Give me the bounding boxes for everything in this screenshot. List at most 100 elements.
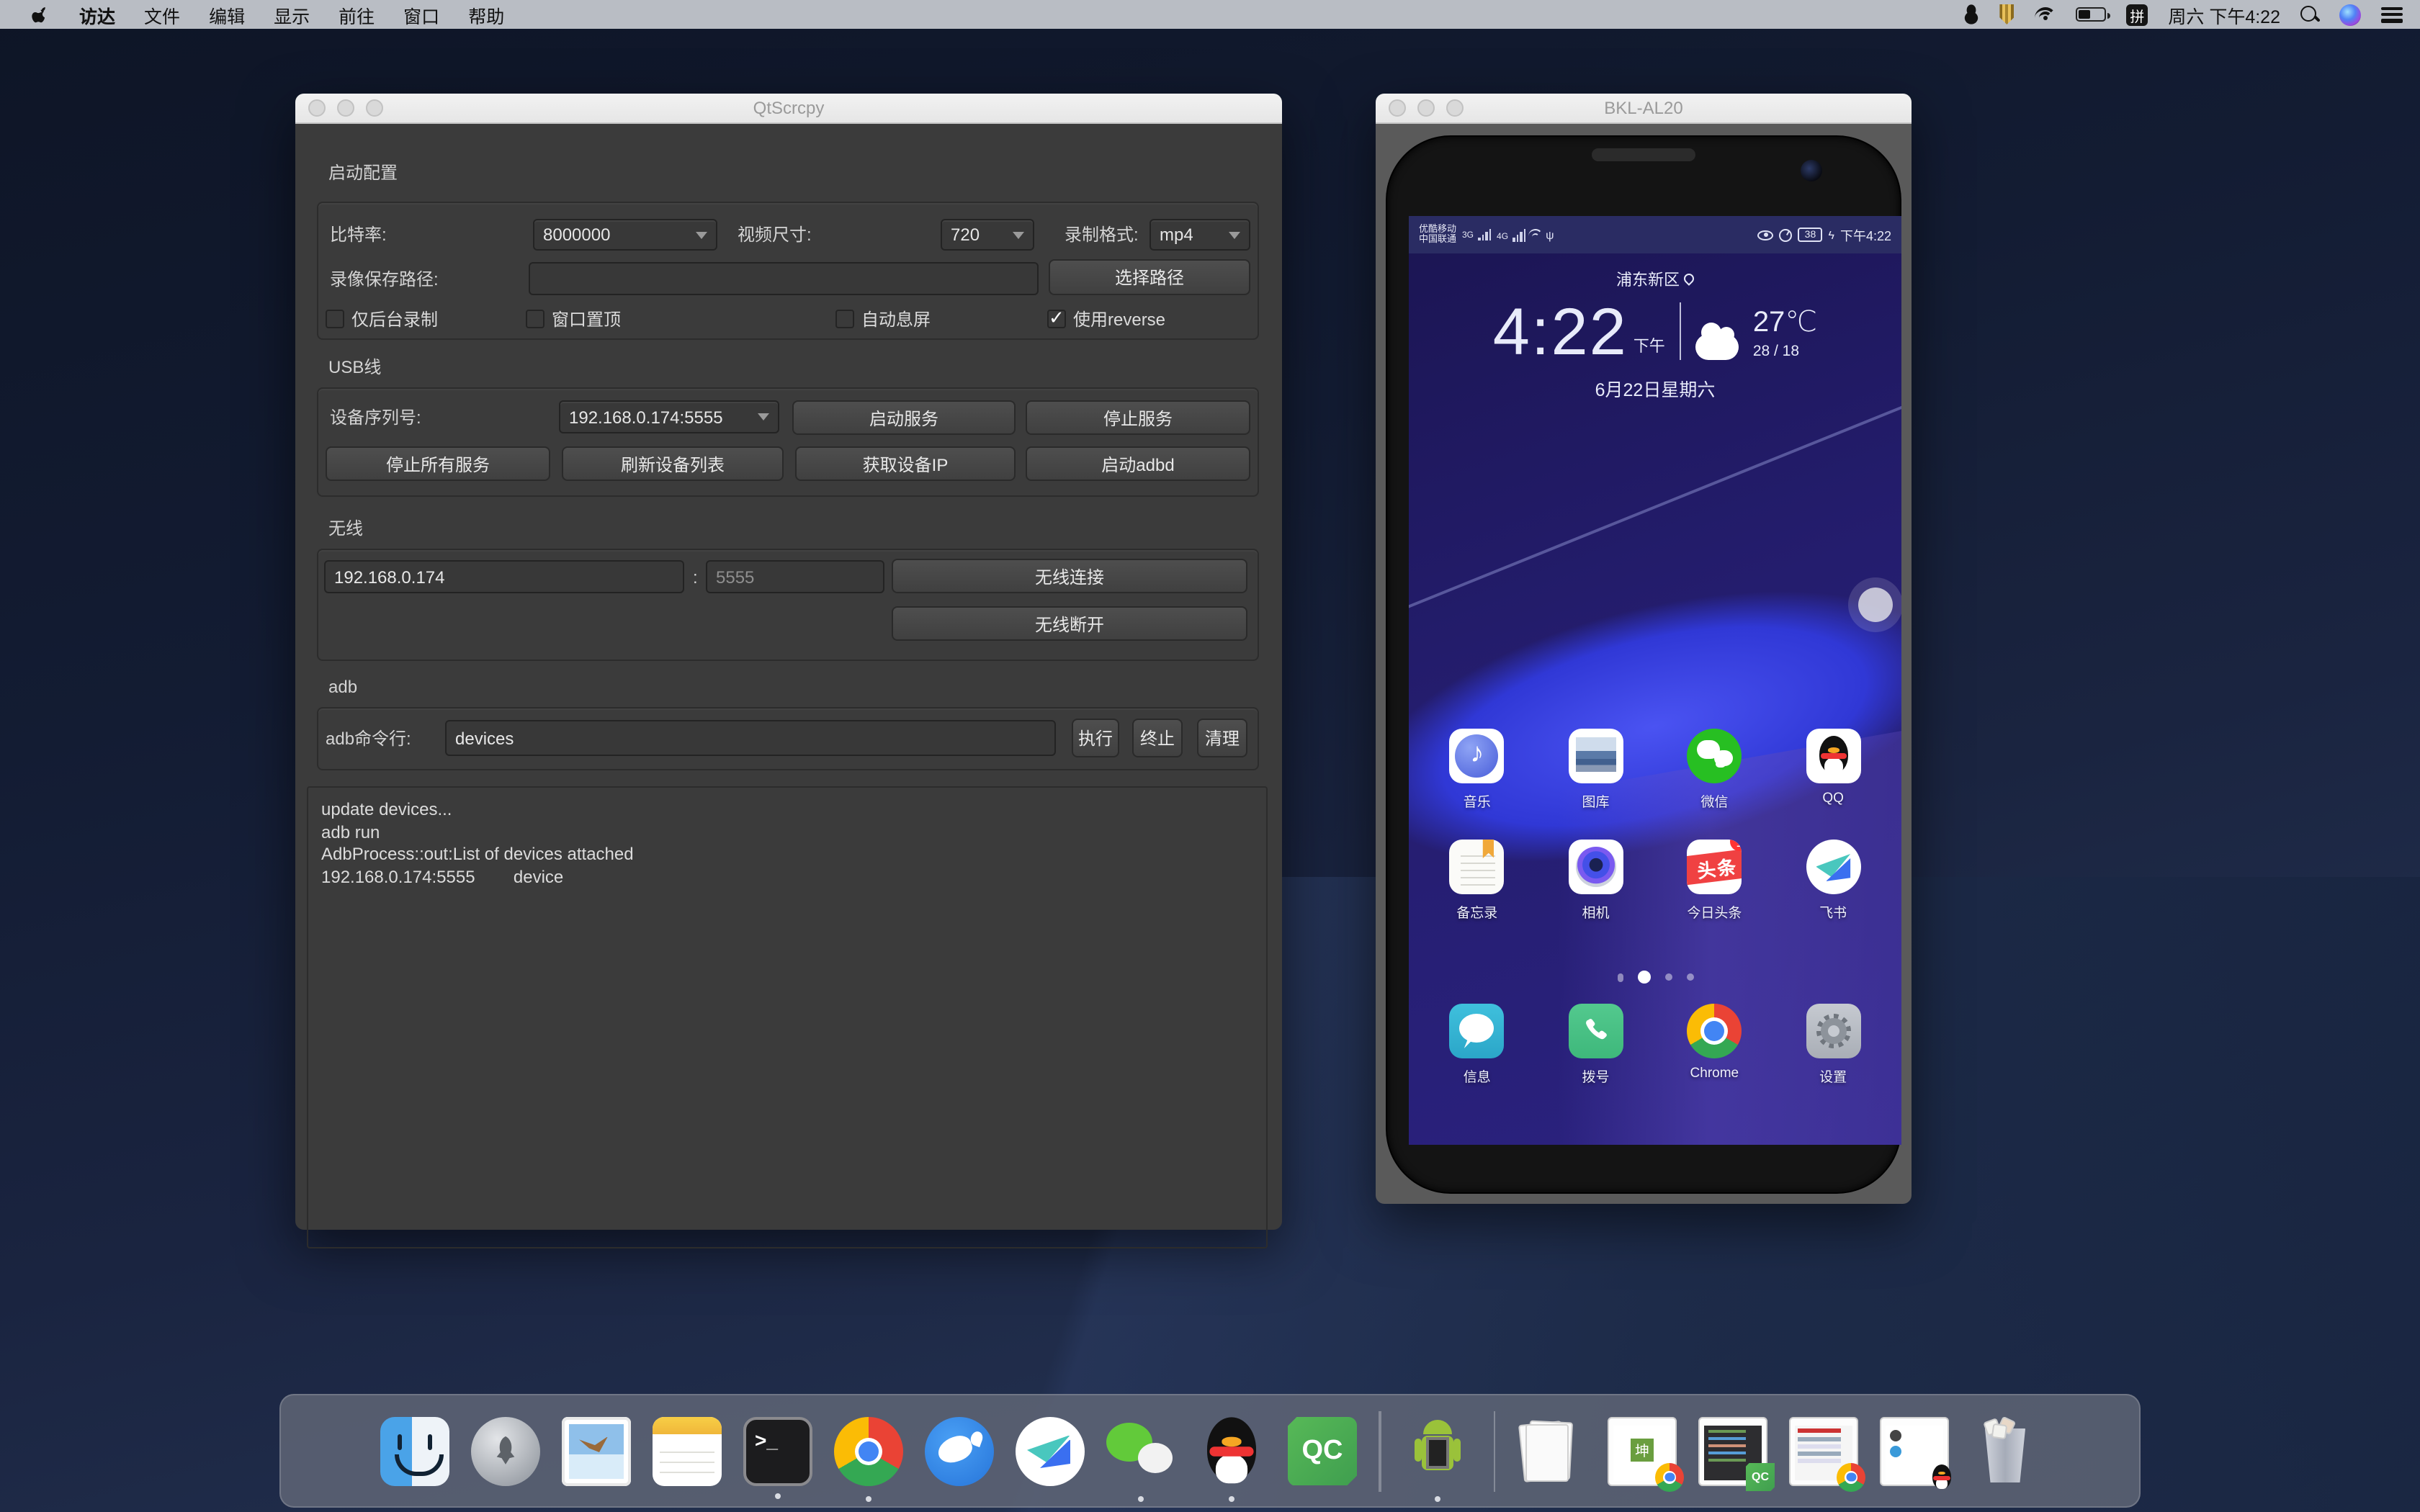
checkbox-checked-icon[interactable] [1047, 310, 1066, 328]
adb-kill-button[interactable]: 终止 [1132, 719, 1183, 757]
minimize-button[interactable] [337, 99, 354, 117]
wireless-ip-input[interactable] [324, 560, 684, 593]
app-dialer[interactable]: 拨号 [1546, 1004, 1646, 1086]
bitrate-combo[interactable]: 8000000 [533, 219, 717, 251]
menu-window[interactable]: 窗口 [389, 0, 454, 29]
checkbox-icon[interactable] [526, 310, 544, 328]
stop-service-button[interactable]: 停止服务 [1026, 400, 1250, 435]
dock-finder[interactable] [380, 1416, 449, 1485]
dock-minimized-code-window[interactable]: QC [1698, 1416, 1767, 1485]
dock-documents-stack[interactable] [1517, 1416, 1586, 1485]
app-settings[interactable]: 设置 [1783, 1004, 1883, 1086]
checkbox-auto-screen-off[interactable]: 自动息屏 [835, 307, 931, 331]
checkbox-icon[interactable] [326, 310, 344, 328]
wireless-connect-button[interactable]: 无线连接 [892, 559, 1247, 593]
phone-mirror-window: BKL-AL20 优酷移动 中国联通 3G [1376, 94, 1912, 1204]
dock-seal-app[interactable] [925, 1416, 994, 1485]
close-button[interactable] [1389, 99, 1406, 117]
menu-bar-clock[interactable]: 周六 下午4:22 [2168, 1, 2280, 28]
notification-list-icon[interactable] [2381, 6, 2403, 22]
dock-feishu[interactable] [1016, 1416, 1085, 1485]
stop-all-services-button[interactable]: 停止所有服务 [326, 446, 550, 481]
dock-wechat[interactable] [1106, 1416, 1175, 1485]
apple-menu[interactable] [17, 0, 65, 29]
gear-icon [1816, 1014, 1850, 1048]
zoom-button[interactable] [1446, 99, 1464, 117]
app-toutiao[interactable]: 1 今日头条 [1664, 840, 1765, 922]
choose-path-button[interactable]: 选择路径 [1049, 259, 1250, 295]
app-qq[interactable]: QQ [1783, 729, 1883, 811]
search-icon[interactable] [2300, 5, 2319, 24]
record-path-input[interactable] [529, 262, 1039, 295]
video-size-combo[interactable]: 720 [941, 219, 1034, 251]
checkbox-use-reverse[interactable]: 使用reverse [1047, 307, 1165, 331]
clock-weather-widget[interactable]: 浦东新区 4:22 下午 27℃ 28 / 18 6月22日星期六 [1409, 268, 1901, 402]
adb-run-button[interactable]: 执行 [1072, 719, 1119, 757]
dock-mail[interactable] [562, 1416, 631, 1485]
record-format-combo[interactable]: mp4 [1150, 219, 1250, 251]
wechat-icon [1687, 729, 1742, 783]
adb-command-input[interactable] [445, 720, 1056, 756]
app-gallery[interactable]: 图库 [1546, 729, 1646, 811]
shield-icon[interactable] [1999, 4, 2014, 24]
app-messages[interactable]: 信息 [1427, 1004, 1528, 1086]
chevron-down-icon [1013, 231, 1024, 238]
qq-badge-icon [1927, 1462, 1956, 1491]
record-format-label: 录制格式: [1065, 219, 1139, 251]
refresh-device-list-button[interactable]: 刷新设备列表 [562, 446, 784, 481]
wifi-icon[interactable] [2034, 6, 2056, 22]
menu-edit[interactable]: 编辑 [194, 0, 259, 29]
dock-minimized-web-window[interactable] [1789, 1416, 1858, 1485]
start-service-button[interactable]: 启动服务 [792, 400, 1016, 435]
get-device-ip-button[interactable]: 获取设备IP [795, 446, 1016, 481]
app-wechat[interactable]: 微信 [1664, 729, 1765, 811]
checkbox-background-record[interactable]: 仅后台录制 [326, 307, 438, 331]
battery-icon[interactable] [2076, 7, 2106, 22]
dock-minimized-kun-window[interactable] [1608, 1416, 1677, 1485]
app-music[interactable]: 音乐 [1427, 729, 1528, 811]
dock-notes[interactable] [653, 1416, 722, 1485]
app-memo[interactable]: 备忘录 [1427, 840, 1528, 922]
qtscrcpy-titlebar[interactable]: QtScrcpy [295, 94, 1282, 124]
dock-terminal[interactable]: >_ [743, 1416, 812, 1485]
app-chrome[interactable]: Chrome [1664, 1004, 1765, 1086]
chevron-down-icon [758, 413, 769, 420]
menu-view[interactable]: 显示 [259, 0, 324, 29]
start-adbd-button[interactable]: 启动adbd [1026, 446, 1250, 481]
checkbox-icon[interactable] [835, 310, 854, 328]
qq-icon[interactable] [1963, 4, 1979, 24]
menu-help[interactable]: 帮助 [454, 0, 519, 29]
dock-android-scrcpy[interactable] [1402, 1416, 1471, 1485]
zoom-button[interactable] [366, 99, 383, 117]
menu-go[interactable]: 前往 [324, 0, 389, 29]
assistive-floating-ball[interactable] [1858, 588, 1893, 622]
wireless-port-input[interactable] [706, 560, 884, 593]
close-button[interactable] [308, 99, 326, 117]
dock-qq[interactable] [1197, 1416, 1266, 1485]
dock-trash[interactable] [1971, 1416, 2040, 1485]
dock-qt-creator[interactable]: QC [1288, 1416, 1357, 1485]
phone-screen[interactable]: 优酷移动 中国联通 3G 4G ψ [1409, 216, 1901, 1145]
app-camera[interactable]: 相机 [1546, 840, 1646, 922]
serial-combo[interactable]: 192.168.0.174:5555 [559, 400, 779, 433]
music-icon [1450, 729, 1505, 783]
page-dot-active [1637, 971, 1650, 984]
menu-app-name[interactable]: 访达 [65, 0, 130, 29]
checkbox-window-on-top[interactable]: 窗口置顶 [526, 307, 621, 331]
input-method-icon[interactable]: 拼 [2126, 4, 2148, 25]
wireless-disconnect-button[interactable]: 无线断开 [892, 606, 1247, 641]
signal-3g: 3G [1462, 229, 1491, 240]
adb-clear-button[interactable]: 清理 [1197, 719, 1247, 757]
config-section-label: 启动配置 [328, 160, 398, 184]
dock-launchpad[interactable] [471, 1416, 540, 1485]
siri-icon[interactable] [2339, 4, 2361, 25]
dock-minimized-chat-window[interactable] [1880, 1416, 1949, 1485]
app-feishu[interactable]: 飞书 [1783, 840, 1883, 922]
dock-chrome[interactable] [834, 1416, 903, 1485]
phone-dock-row: 信息 拨号 Chrome 设置 [1409, 1004, 1901, 1086]
minimize-button[interactable] [1417, 99, 1435, 117]
log-line: update devices... [321, 799, 452, 819]
phone-window-titlebar[interactable]: BKL-AL20 [1376, 94, 1912, 124]
adb-log-output[interactable]: update devices... adb run AdbProcess::ou… [307, 786, 1268, 1248]
menu-file[interactable]: 文件 [130, 0, 194, 29]
